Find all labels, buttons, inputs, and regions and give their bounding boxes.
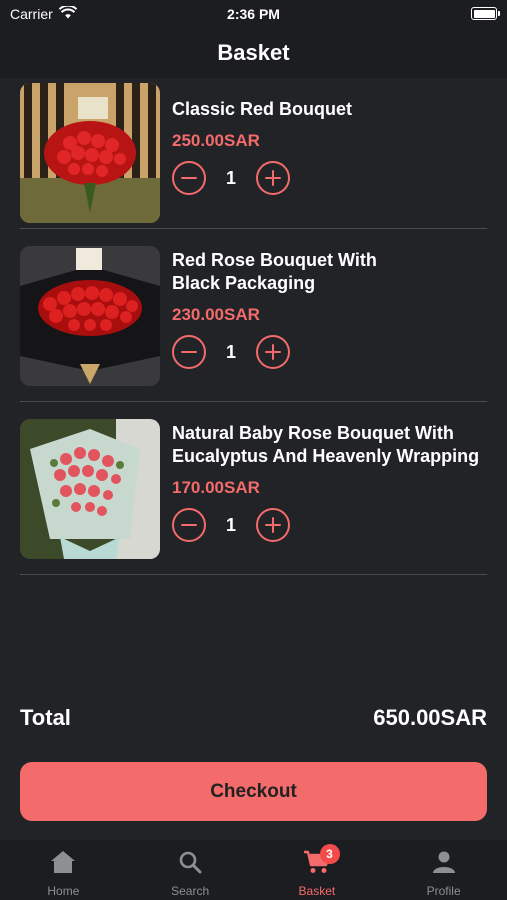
product-name: Classic Red Bouquet bbox=[172, 99, 353, 119]
checkout-button[interactable]: Checkout bbox=[20, 762, 487, 821]
basket-item: Red Rose Bouquet With Black Packaging 23… bbox=[20, 229, 487, 402]
product-name: Natural Baby Rose Bouquet With Eucalyptu… bbox=[172, 423, 480, 466]
cart-count-badge: 3 bbox=[319, 844, 340, 864]
product-price: 250.00SAR bbox=[172, 131, 260, 150]
product-image-classic-red-bouquet[interactable] bbox=[20, 83, 160, 223]
home-icon bbox=[50, 850, 76, 879]
minus-icon bbox=[181, 523, 197, 526]
status-time: 2:36 PM bbox=[227, 6, 280, 22]
increase-quantity-button[interactable] bbox=[256, 335, 290, 369]
tab-home[interactable]: Home bbox=[0, 840, 127, 900]
total-label: Total bbox=[20, 705, 71, 730]
minus-icon bbox=[181, 176, 197, 179]
profile-icon bbox=[432, 850, 456, 879]
page-title: Basket bbox=[217, 40, 290, 65]
tab-label: Basket bbox=[298, 884, 336, 898]
product-image-natural-baby-rose[interactable] bbox=[20, 419, 160, 559]
tab-label: Search bbox=[171, 884, 210, 898]
decrease-quantity-button[interactable] bbox=[172, 508, 206, 542]
search-icon bbox=[178, 850, 202, 879]
basket-list: Classic Red Bouquet 250.00SAR 1 Red Rose… bbox=[20, 78, 487, 575]
tab-label: Profile bbox=[426, 884, 461, 898]
product-name: Red Rose Bouquet With Black Packaging bbox=[172, 250, 377, 293]
decrease-quantity-button[interactable] bbox=[172, 335, 206, 369]
quantity-stepper: 1 bbox=[172, 161, 487, 195]
tab-search[interactable]: Search bbox=[127, 840, 254, 900]
quantity-stepper: 1 bbox=[172, 508, 487, 542]
quantity-value: 1 bbox=[225, 514, 236, 535]
total-value: 650.00SAR bbox=[373, 705, 487, 730]
status-bar: Carrier 2:36 PM bbox=[0, 0, 507, 28]
decrease-quantity-button[interactable] bbox=[172, 161, 206, 195]
tab-basket[interactable]: 3 Basket bbox=[254, 840, 381, 900]
increase-quantity-button[interactable] bbox=[256, 508, 290, 542]
basket-item: Classic Red Bouquet 250.00SAR 1 bbox=[20, 78, 487, 229]
tab-profile[interactable]: Profile bbox=[380, 840, 507, 900]
product-image-red-rose-black-packaging[interactable] bbox=[20, 246, 160, 386]
tab-bar: Home Search 3 Basket Profile bbox=[0, 840, 507, 900]
tab-label: Home bbox=[47, 884, 80, 898]
quantity-value: 1 bbox=[225, 341, 236, 362]
minus-icon bbox=[181, 350, 197, 353]
product-price: 170.00SAR bbox=[172, 478, 260, 497]
quantity-value: 1 bbox=[225, 167, 236, 188]
total-row: Total 650.00SAR bbox=[20, 705, 487, 731]
product-price: 230.00SAR bbox=[172, 305, 260, 324]
navigation-bar: Basket bbox=[0, 28, 507, 78]
item-info: Natural Baby Rose Bouquet With Eucalyptu… bbox=[172, 422, 487, 542]
quantity-stepper: 1 bbox=[172, 335, 487, 369]
increase-quantity-button[interactable] bbox=[256, 161, 290, 195]
battery-icon bbox=[471, 7, 500, 20]
item-info: Classic Red Bouquet 250.00SAR 1 bbox=[172, 98, 487, 195]
item-info: Red Rose Bouquet With Black Packaging 23… bbox=[172, 249, 487, 369]
basket-item: Natural Baby Rose Bouquet With Eucalyptu… bbox=[20, 402, 487, 575]
